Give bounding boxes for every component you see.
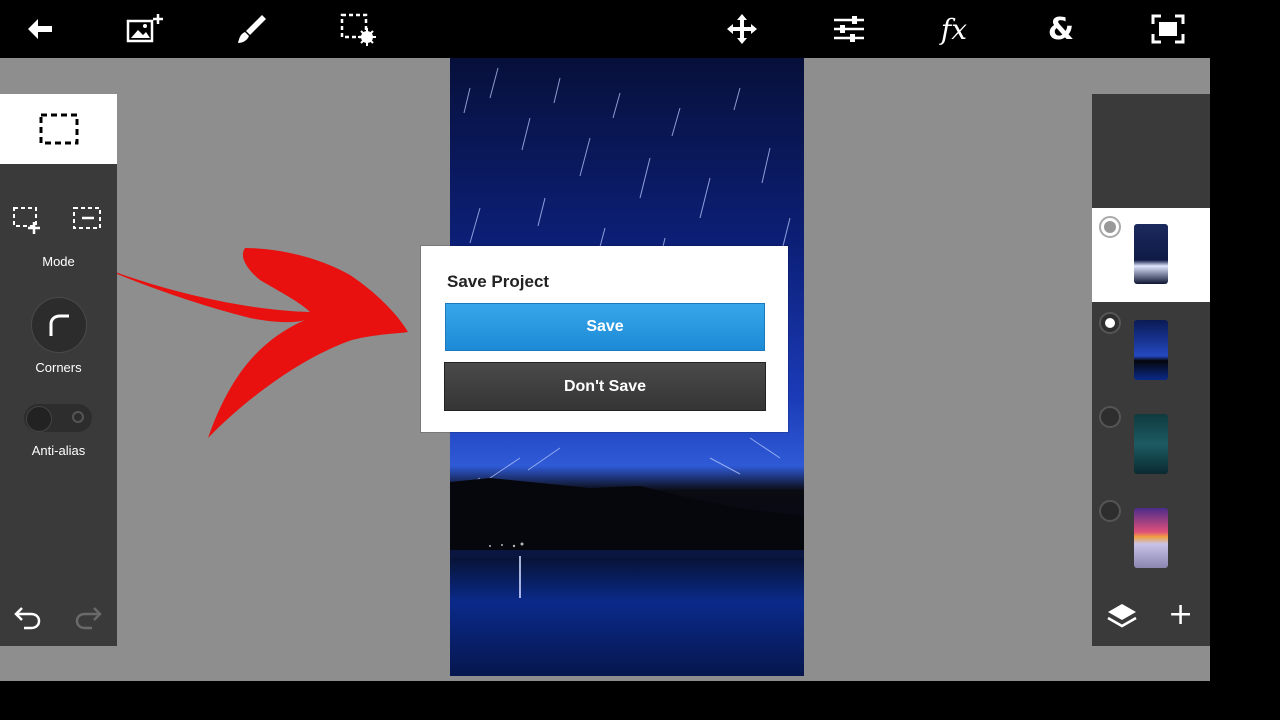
layer-radio[interactable] — [1099, 216, 1121, 238]
save-button[interactable]: Save — [445, 303, 765, 351]
undo-icon[interactable] — [14, 604, 42, 635]
layer-thumbnail — [1134, 414, 1168, 474]
save-project-dialog: Save Project Save Don't Save — [421, 246, 788, 432]
blend-icon[interactable]: & — [1040, 8, 1082, 50]
marquee-tool[interactable] — [0, 94, 117, 164]
fx-icon[interactable]: fx — [933, 8, 975, 50]
selection-settings-icon[interactable] — [337, 8, 379, 50]
layers-panel: + — [1092, 94, 1210, 646]
adjustments-icon[interactable] — [828, 8, 870, 50]
layer-thumbnail — [1134, 508, 1168, 568]
move-icon[interactable] — [721, 8, 763, 50]
selection-subtract-icon[interactable] — [72, 206, 104, 239]
bottom-edge — [0, 681, 1210, 720]
dont-save-button[interactable]: Don't Save — [444, 362, 766, 411]
top-toolbar: fx & — [0, 0, 1210, 58]
redo-icon[interactable] — [74, 604, 102, 635]
toggle-indicator — [72, 411, 84, 423]
corners-button[interactable] — [31, 297, 87, 353]
layer-thumbnail — [1134, 320, 1168, 380]
layers-icon[interactable] — [1106, 602, 1138, 635]
brush-icon[interactable] — [231, 8, 273, 50]
antialias-label: Anti-alias — [31, 443, 86, 458]
marquee-icon — [39, 113, 78, 145]
right-edge — [1210, 0, 1280, 720]
corner-radius-icon — [49, 314, 69, 336]
selection-add-icon[interactable] — [12, 206, 44, 239]
corners-label: Corners — [35, 360, 82, 375]
fx-label: fx — [940, 12, 968, 46]
add-layer-button[interactable]: + — [1168, 600, 1193, 630]
layer-item[interactable] — [1092, 492, 1210, 586]
dialog-title: Save Project — [447, 272, 550, 291]
layer-radio[interactable] — [1099, 406, 1121, 428]
layer-radio[interactable] — [1099, 500, 1121, 522]
antialias-toggle[interactable] — [24, 404, 92, 432]
toggle-knob — [26, 406, 52, 432]
layer-item[interactable] — [1092, 304, 1210, 398]
layer-item[interactable] — [1092, 208, 1210, 302]
add-image-icon[interactable] — [124, 8, 166, 50]
layer-thumbnail — [1134, 224, 1168, 284]
fit-screen-icon[interactable] — [1147, 8, 1189, 50]
layer-item[interactable] — [1092, 398, 1210, 492]
blend-label: & — [1047, 11, 1075, 47]
layer-radio[interactable] — [1099, 312, 1121, 334]
back-arrow-icon[interactable] — [19, 8, 61, 50]
mode-label: Mode — [42, 254, 75, 269]
left-tool-panel: Mode Corners Anti-alias — [0, 94, 117, 646]
